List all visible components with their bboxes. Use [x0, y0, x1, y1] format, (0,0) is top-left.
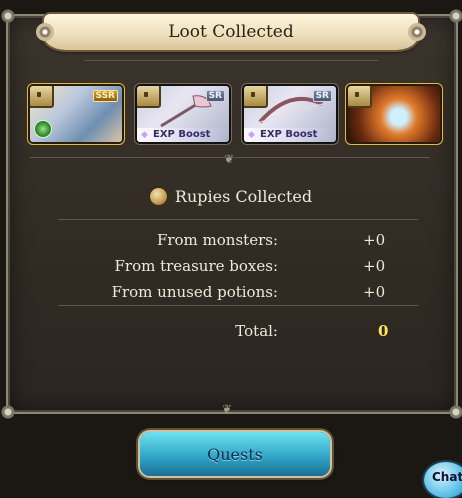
treasure-chest-icon — [137, 86, 161, 108]
total-line: Total: 0 — [58, 322, 418, 346]
rupie-row: From monsters: +0 — [58, 231, 418, 255]
row-label: From treasure boxes: — [114, 257, 278, 275]
exp-boost-label: EXP Boost — [137, 128, 229, 142]
loot-item-weapon[interactable]: SR EXP Boost — [137, 86, 229, 142]
loot-item-weapon[interactable]: SR EXP Boost — [244, 86, 336, 142]
row-value: +0 — [363, 231, 386, 249]
loot-panel — [0, 7, 462, 421]
divider — [84, 60, 378, 61]
quests-button-label: Quests — [207, 445, 263, 464]
row-value: +0 — [363, 257, 386, 275]
row-value: +0 — [363, 283, 386, 301]
total-value: 0 — [378, 322, 389, 340]
treasure-chest-icon — [244, 86, 268, 108]
chat-button[interactable]: Chat — [424, 462, 462, 498]
rupie-row: From unused potions: +0 — [58, 283, 418, 307]
corner-rivet-icon — [447, 7, 462, 25]
wind-element-icon — [34, 120, 52, 138]
chat-button-label: Chat — [432, 470, 462, 484]
rarity-badge: SR — [312, 90, 332, 102]
corner-rivet-icon — [447, 403, 462, 421]
divider — [58, 305, 418, 306]
divider — [58, 219, 418, 220]
title-plate: Loot Collected — [36, 14, 426, 50]
rupie-coin-icon — [149, 188, 167, 205]
panel-title: Loot Collected — [168, 22, 294, 42]
treasure-chest-icon — [30, 86, 54, 108]
exp-boost-label: EXP Boost — [244, 128, 336, 142]
rarity-badge: SR — [205, 90, 225, 102]
rarity-badge: SSR — [92, 90, 118, 102]
treasure-chest-icon — [348, 86, 372, 108]
ornament-icon: ❦ — [222, 402, 233, 416]
rupies-heading: Rupies Collected — [0, 187, 462, 206]
total-label: Total: — [235, 322, 278, 340]
loot-row: SSR SR EXP Boost SR EXP Boost — [30, 86, 445, 144]
ornament-icon: ❦ — [224, 152, 235, 166]
loot-item-summon[interactable] — [348, 86, 440, 142]
row-label: From unused potions: — [111, 283, 278, 301]
row-label: From monsters: — [156, 231, 278, 249]
corner-rivet-icon — [0, 7, 17, 25]
corner-rivet-icon — [0, 403, 17, 421]
rupies-heading-text: Rupies Collected — [174, 187, 313, 206]
rupie-row: From treasure boxes: +0 — [58, 257, 418, 281]
quests-button[interactable]: Quests — [140, 432, 330, 476]
loot-item-character[interactable]: SSR — [30, 86, 122, 142]
